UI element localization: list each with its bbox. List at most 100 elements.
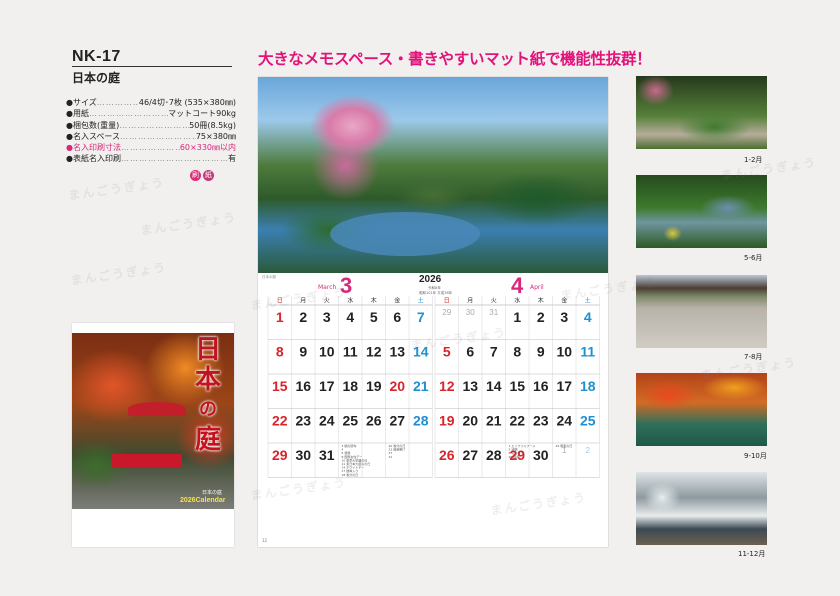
spec-value: 75×380㎜ <box>195 131 236 141</box>
day-number: 4 <box>346 309 354 325</box>
day-number: 7 <box>417 309 425 325</box>
year-label: 2026 <box>419 274 442 285</box>
memo-note: 20 穀雨 <box>509 454 520 459</box>
spec-leader <box>89 108 168 119</box>
day-number: 31 <box>489 308 498 317</box>
day-number: 20 <box>462 413 478 429</box>
day-number: 12 <box>366 344 382 360</box>
day-number: 11 <box>580 344 595 360</box>
weekday-header: 月 <box>467 298 473 305</box>
red-bench <box>112 454 182 468</box>
day-number: 16 <box>295 378 311 394</box>
spec-value: 60×330㎜以内 <box>179 143 236 153</box>
day-number: 25 <box>342 413 358 429</box>
calendar-grid: 日月火水木金土1 2 3 4 5 6 78 9 10 11 12 13 1415 16 17 18 19 20 21… <box>267 296 600 478</box>
sheet-note: 日本の庭 <box>262 275 276 279</box>
spec-leader <box>121 142 180 153</box>
day-number: 3 <box>560 309 568 325</box>
day-number: 22 <box>272 413 288 429</box>
day-number: 30 <box>466 308 475 317</box>
headline: 大きなメモスペース・書きやすいマット紙で機能性抜群！ <box>258 50 652 68</box>
day-number: 24 <box>556 413 572 429</box>
day-number: 8 <box>276 344 284 360</box>
day-number: 19 <box>439 413 455 429</box>
weekday-header: 土 <box>418 297 424 305</box>
day-number: 28 <box>413 413 429 429</box>
spec-item: ●表紙名入印刷 有 <box>66 153 236 164</box>
watermark: まんごうぎょう <box>139 210 238 238</box>
spec-item: ●梱包数(重量) 50冊(8.5kg) <box>66 120 236 131</box>
day-number: 18 <box>342 378 358 394</box>
day-number: 26 <box>366 413 382 429</box>
spec-label: ●名入スペース <box>66 131 121 141</box>
spec-leader <box>120 131 196 142</box>
day-number: 4 <box>584 309 592 325</box>
spec-value: 50冊(8.5kg) <box>189 120 236 130</box>
day-number: 1 <box>513 309 521 325</box>
day-number: 18 <box>580 378 596 394</box>
day-number: 6 <box>393 309 401 325</box>
title-divider <box>72 66 232 67</box>
spec-item: ●名入印刷寸法 60×330㎜以内 <box>66 142 236 153</box>
cover-caption: 2026Calendar <box>180 497 226 504</box>
spec-label: ●用紙 <box>66 109 89 119</box>
day-number: 31 <box>319 447 335 463</box>
spec-label: ●梱包数(重量) <box>66 120 120 130</box>
weekday-header: 火 <box>491 298 497 305</box>
day-number: 9 <box>299 344 307 360</box>
spec-value: マットコート90kg <box>168 109 236 119</box>
pond <box>330 212 480 256</box>
product-name: 日本の庭 <box>72 71 121 85</box>
day-number: 17 <box>556 378 572 394</box>
day-number: 15 <box>509 378 525 394</box>
spec-leader <box>121 153 228 164</box>
thumbnail-may-jun <box>636 175 767 248</box>
spec-label: ●表紙名入印刷 <box>66 154 121 164</box>
day-number: 17 <box>319 378 335 394</box>
day-number: 13 <box>462 378 478 394</box>
day-number: 29 <box>442 308 451 317</box>
cover-title-char: の <box>199 399 217 420</box>
day-number: 8 <box>513 344 521 360</box>
weekday-header: 金 <box>394 297 400 305</box>
spec-label: ●サイズ <box>66 98 97 107</box>
day-number: 13 <box>389 344 405 360</box>
day-number: 21 <box>486 413 502 429</box>
day-number: 22 <box>509 413 525 429</box>
day-number: 30 <box>295 447 311 463</box>
day-number: 27 <box>462 447 478 463</box>
memo-note: 3 桃の節句 <box>342 443 357 448</box>
spec-item: ●用紙 マットコート90kg <box>66 108 236 119</box>
spec-leader <box>119 120 189 131</box>
spec-leader <box>97 97 139 108</box>
month-b-name: April <box>530 284 544 291</box>
day-number: 5 <box>370 309 378 325</box>
weekday-header: 木 <box>371 297 377 305</box>
day-number: 30 <box>533 447 549 463</box>
day-number: 2 <box>299 309 307 325</box>
weekday-header: 水 <box>514 297 520 305</box>
thumbnail-label: 9-10月 <box>744 452 767 460</box>
day-number: 9 <box>537 344 545 360</box>
weekday-header: 水 <box>347 297 353 305</box>
day-number: 21 <box>413 378 429 394</box>
day-number: 26 <box>439 447 455 463</box>
day-number: 6 <box>466 344 474 360</box>
day-number: 23 <box>533 413 549 429</box>
page-number: 12 <box>262 538 268 543</box>
spec-label: ●名入印刷寸法 <box>66 143 121 153</box>
spec-value: 46/4切･7枚 (535×380㎜) <box>138 98 236 107</box>
spec-value: 有 <box>228 154 236 164</box>
day-number: 19 <box>366 378 382 394</box>
thumbnail-label: 5-6月 <box>744 254 763 262</box>
day-number: 23 <box>295 413 311 429</box>
thumbnail-jan-feb <box>636 76 767 149</box>
cover-title-char: 日 <box>194 335 221 365</box>
day-number: 27 <box>389 413 405 429</box>
weekday-header: 日 <box>444 298 450 305</box>
print-mark-icon: 刷 <box>190 170 201 181</box>
day-number: 7 <box>490 344 498 360</box>
day-number: 24 <box>319 413 335 429</box>
cover-title-char: 本 <box>194 365 221 395</box>
spec-list: ●サイズ46/4切･7枚 (535×380㎜)●用紙マットコート90kg●梱包数… <box>66 97 236 165</box>
